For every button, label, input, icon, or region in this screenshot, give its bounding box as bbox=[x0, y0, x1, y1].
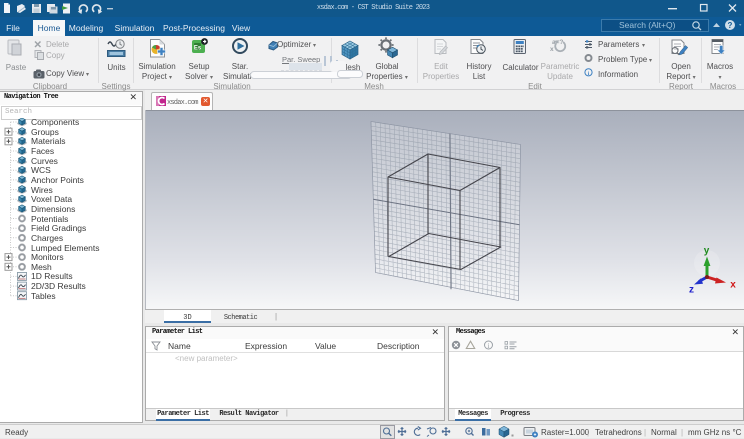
svg-text:a=?: a=? bbox=[552, 39, 563, 46]
svg-text:y: y bbox=[704, 246, 710, 257]
svg-text:z: z bbox=[689, 285, 694, 296]
svg-text:Es: Es bbox=[194, 46, 202, 52]
svg-text:x: x bbox=[730, 280, 736, 291]
svg-text:x: x bbox=[550, 46, 554, 53]
svg-text:i: i bbox=[488, 342, 490, 350]
